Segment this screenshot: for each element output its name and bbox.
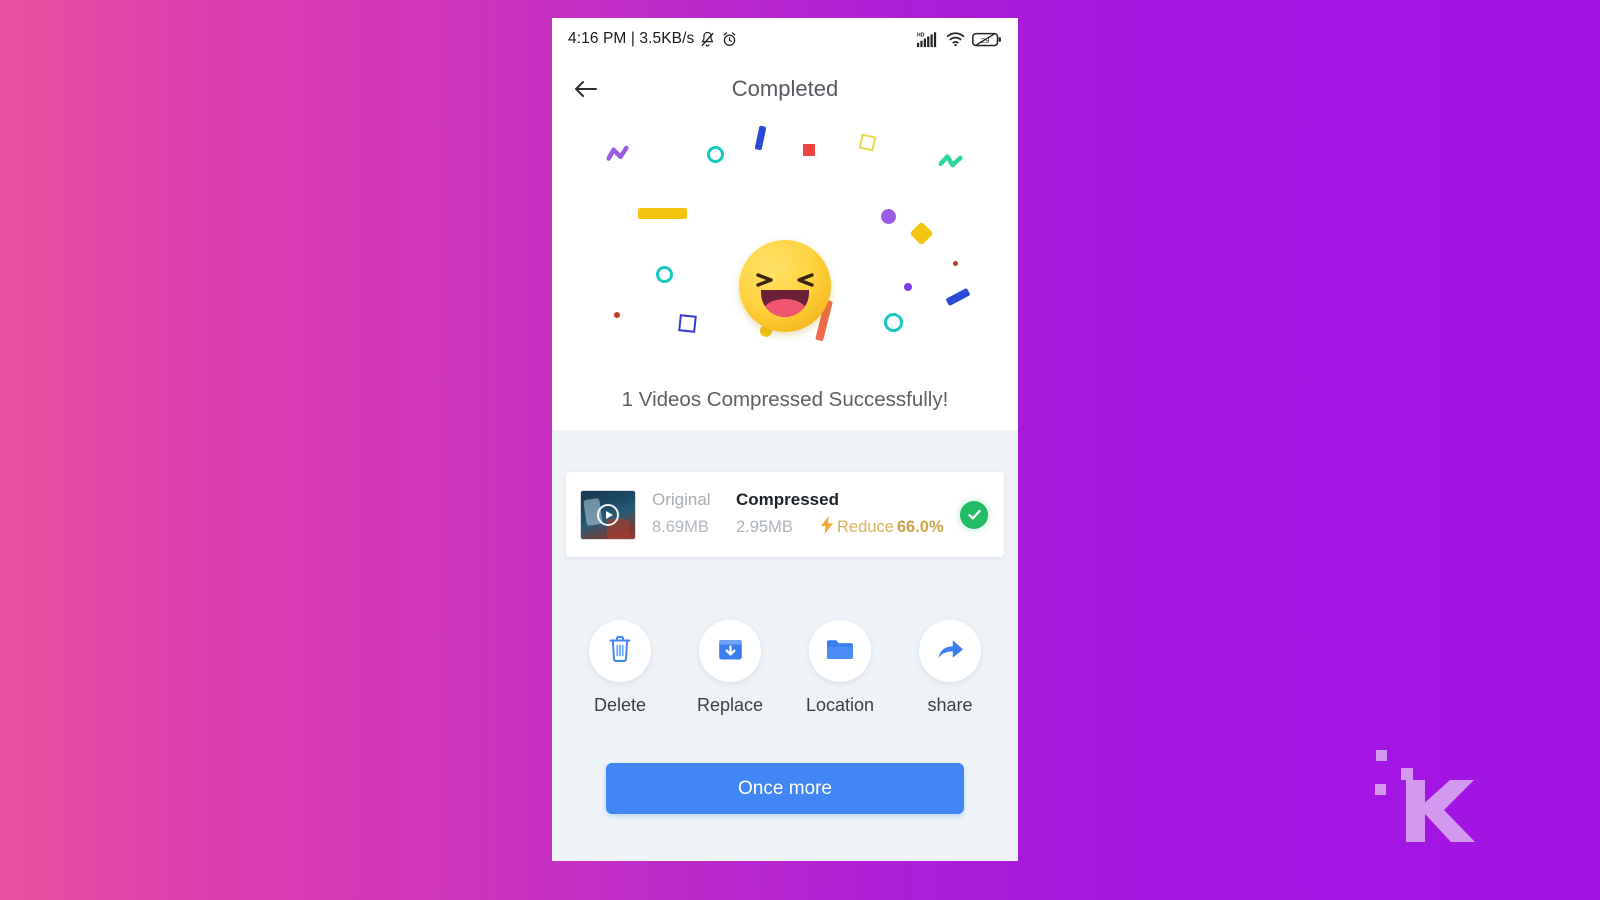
emoji-mouth <box>761 290 809 317</box>
compressed-size: 2.95MB <box>736 518 793 536</box>
success-illustration: 1 Videos Compressed Successfully! <box>552 118 1018 430</box>
back-arrow-icon[interactable] <box>570 73 602 105</box>
dot-red-small-confetti <box>614 312 620 318</box>
square-red-confetti <box>803 144 815 156</box>
share-arrow-icon <box>936 636 965 667</box>
location-action[interactable]: Location <box>803 620 877 716</box>
ring-teal-3-confetti <box>884 313 903 332</box>
original-size: 8.69MB <box>652 518 709 536</box>
status-bar: 4:16 PM | 3.5KB/s HD 29 <box>552 18 1018 60</box>
svg-text:HD: HD <box>917 32 925 38</box>
card-columns: Original Compressed 8.69MB 2.95MB Reduce… <box>652 490 944 539</box>
once-more-button[interactable]: Once more <box>606 763 964 814</box>
bar-blue-1-confetti <box>754 125 767 151</box>
square-outline-yellow-confetti <box>858 133 877 152</box>
lightning-bolt-icon <box>820 516 834 539</box>
signal-bars-icon: HD <box>917 31 939 48</box>
success-caption: 1 Videos Compressed Successfully! <box>621 388 949 411</box>
ring-teal-2-confetti <box>656 266 673 283</box>
page-title: Completed <box>731 76 839 101</box>
alarm-clock-icon <box>721 31 738 48</box>
video-thumbnail[interactable] <box>580 489 636 540</box>
location-button[interactable] <box>809 620 871 682</box>
delete-label: Delete <box>593 695 647 715</box>
laughing-face-emoji <box>739 240 831 332</box>
status-bar-right: HD 29 <box>917 31 1002 48</box>
zigzag-purple-confetti <box>605 144 633 161</box>
square-outline-blue-confetti <box>678 314 697 333</box>
dot-red-tiny-confetti <box>953 261 958 266</box>
save-box-down-arrow-icon <box>717 635 744 667</box>
dot-purple-1-confetti <box>881 209 896 224</box>
delete-action[interactable]: Delete <box>583 620 657 716</box>
replace-action[interactable]: Replace <box>693 620 767 716</box>
reduce-badge: Reduce 66.0% <box>820 516 944 539</box>
results-panel: Original Compressed 8.69MB 2.95MB Reduce… <box>552 430 1018 861</box>
emoji-eye-left <box>756 273 776 287</box>
share-label: share <box>927 695 973 715</box>
mute-bell-icon <box>699 31 716 48</box>
ring-teal-1-confetti <box>707 146 724 163</box>
app-bar: Completed <box>552 60 1018 118</box>
reduce-value: 66.0% <box>896 518 944 536</box>
status-time-and-speed: 4:16 PM | 3.5KB/s <box>568 30 695 47</box>
reduce-label: Reduce <box>837 518 894 536</box>
compressed-label: Compressed <box>736 490 839 509</box>
share-action[interactable]: share <box>913 620 987 716</box>
zigzag-green-confetti <box>938 153 965 170</box>
trash-icon <box>607 635 633 668</box>
delete-button[interactable] <box>589 620 651 682</box>
location-label: Location <box>805 695 875 715</box>
card-header-row: Original Compressed <box>652 490 944 510</box>
dot-purple-2-confetti <box>904 283 912 291</box>
phone-screen: 4:16 PM | 3.5KB/s HD 29 Completed 1 Vide… <box>552 18 1018 861</box>
play-icon <box>597 503 619 526</box>
bar-blue-2-confetti <box>945 287 971 307</box>
compression-result-card[interactable]: Original Compressed 8.69MB 2.95MB Reduce… <box>566 472 1004 557</box>
emoji-eye-right <box>794 273 814 287</box>
card-values-row: 8.69MB 2.95MB Reduce 66.0% <box>652 516 944 539</box>
replace-button[interactable] <box>699 620 761 682</box>
folder-icon <box>825 636 855 667</box>
original-label: Original <box>652 490 711 509</box>
action-row: Delete Replace Location share <box>552 620 1018 716</box>
share-button[interactable] <box>919 620 981 682</box>
check-circle-icon <box>960 500 988 529</box>
status-bar-left: 4:16 PM | 3.5KB/s <box>568 30 738 48</box>
wifi-icon <box>946 31 965 47</box>
battery-icon: 29 <box>972 31 1002 48</box>
emoji-tongue <box>764 299 806 317</box>
replace-label: Replace <box>696 695 764 715</box>
bar-yellow-confetti <box>638 208 687 219</box>
knowtechie-k-logo <box>1362 732 1492 842</box>
diamond-yellow-confetti <box>909 221 934 246</box>
